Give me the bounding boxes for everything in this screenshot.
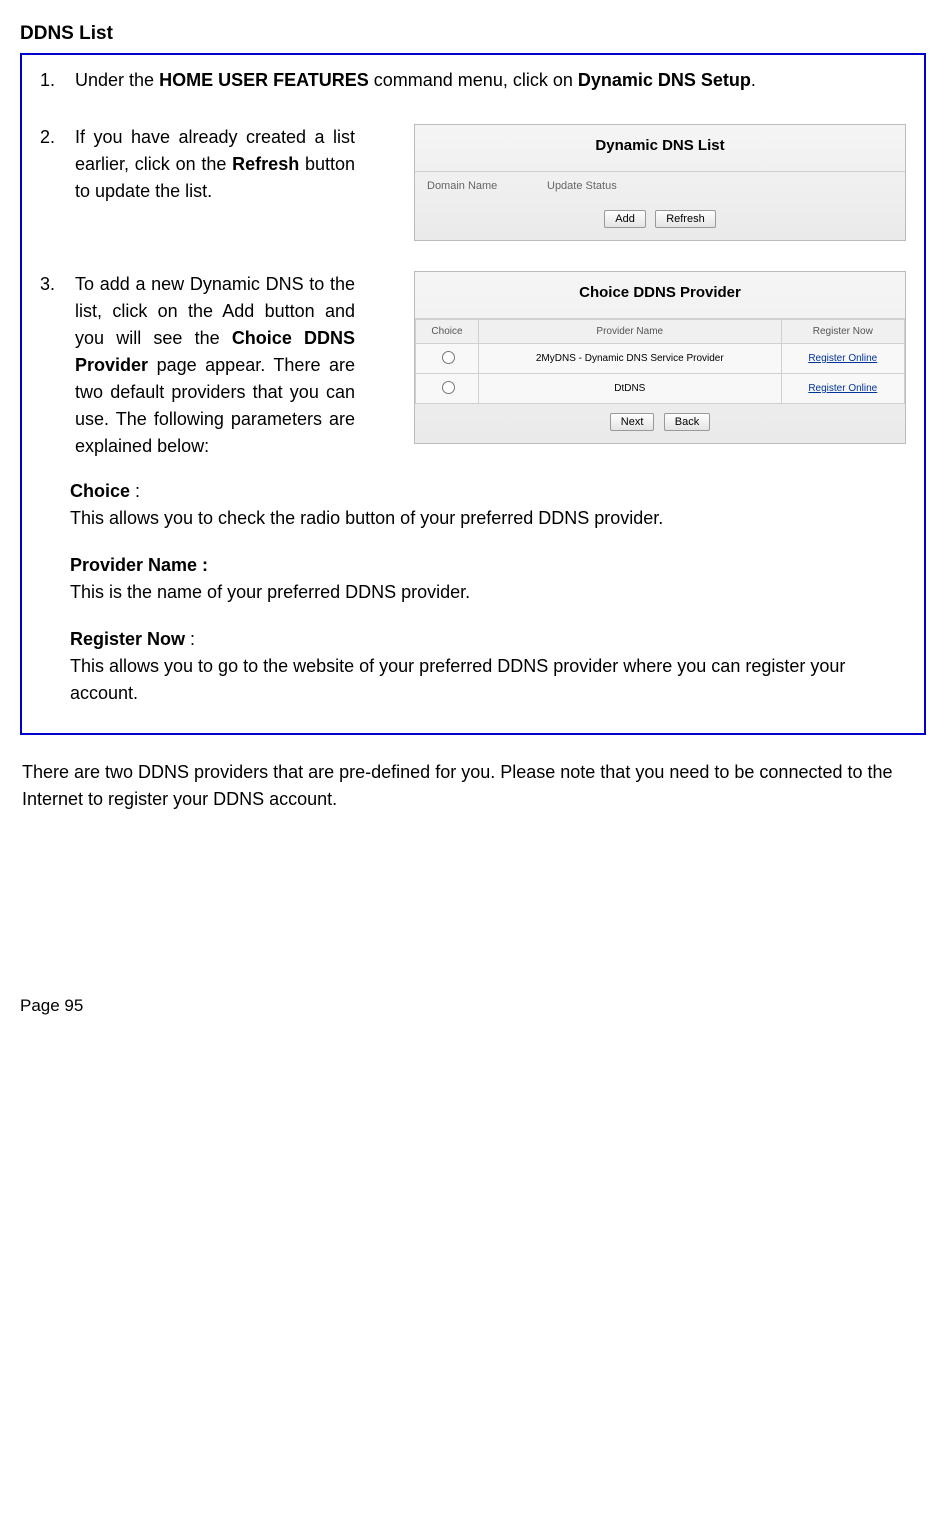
dynamic-dns-list-panel: Dynamic DNS List Domain Name Update Stat…: [414, 124, 906, 241]
param-description: This allows you to go to the website of …: [70, 656, 845, 703]
provider-name-cell: 2MyDNS - Dynamic DNS Service Provider: [479, 344, 782, 374]
choice-ddns-provider-panel: Choice DDNS Provider Choice Provider Nam…: [414, 271, 906, 445]
step-1: 1. Under the HOME USER FEATURES command …: [40, 67, 906, 94]
column-header: Update Status: [547, 178, 617, 195]
text: Under the: [75, 70, 159, 90]
register-link[interactable]: Register Online: [808, 383, 877, 394]
param-label: Register Now: [70, 629, 185, 649]
step-number: 3.: [40, 271, 70, 298]
provider-table: Choice Provider Name Register Now 2MyDNS…: [415, 319, 905, 404]
table-row: 2MyDNS - Dynamic DNS Service Provider Re…: [416, 344, 905, 374]
panel-title: Dynamic DNS List: [415, 125, 905, 173]
text: :: [130, 481, 140, 501]
section-title: DDNS List: [20, 20, 926, 49]
provider-name-cell: DtDNS: [479, 374, 782, 404]
back-button[interactable]: Back: [664, 413, 710, 431]
bold-text: HOME USER FEATURES: [159, 70, 369, 90]
param-register-now: Register Now : This allows you to go to …: [70, 626, 906, 707]
step-number: 1.: [40, 67, 70, 94]
table-row: DtDNS Register Online: [416, 374, 905, 404]
column-header: Domain Name: [427, 178, 547, 195]
step-text: To add a new Dynamic DNS to the list, cl…: [75, 271, 355, 460]
instruction-box: 1. Under the HOME USER FEATURES command …: [20, 53, 926, 735]
param-label: Provider Name :: [70, 555, 208, 575]
text: command menu, click on: [369, 70, 578, 90]
refresh-button[interactable]: Refresh: [655, 210, 716, 228]
page-number: Page 95: [20, 993, 926, 1019]
next-button[interactable]: Next: [610, 413, 655, 431]
step-text: If you have already created a list earli…: [75, 124, 355, 205]
step-text: Under the HOME USER FEATURES command men…: [75, 67, 905, 94]
bold-text: Dynamic DNS Setup: [578, 70, 751, 90]
register-link[interactable]: Register Online: [808, 353, 877, 364]
param-description: This allows you to check the radio butto…: [70, 508, 663, 528]
step-number: 2.: [40, 124, 70, 151]
column-header: Register Now: [781, 320, 904, 344]
text: :: [185, 629, 195, 649]
bold-text: Refresh: [232, 154, 299, 174]
param-provider-name: Provider Name : This is the name of your…: [70, 552, 906, 606]
step-2: Dynamic DNS List Domain Name Update Stat…: [40, 124, 906, 241]
note-text: There are two DDNS providers that are pr…: [20, 759, 926, 813]
param-description: This is the name of your preferred DDNS …: [70, 582, 470, 602]
param-choice: Choice : This allows you to check the ra…: [70, 478, 906, 532]
text: .: [751, 70, 756, 90]
param-label: Choice: [70, 481, 130, 501]
panel-columns: Domain Name Update Status: [415, 172, 905, 201]
add-button[interactable]: Add: [604, 210, 646, 228]
provider-radio[interactable]: [442, 351, 455, 364]
column-header: Provider Name: [479, 320, 782, 344]
column-header: Choice: [416, 320, 479, 344]
provider-radio[interactable]: [442, 381, 455, 394]
step-3: Choice DDNS Provider Choice Provider Nam…: [40, 271, 906, 460]
panel-title: Choice DDNS Provider: [415, 272, 905, 320]
